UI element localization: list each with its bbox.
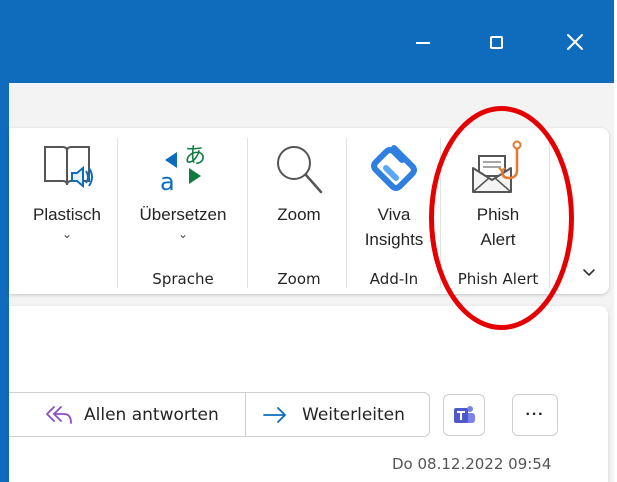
translate-icon: a あ (160, 144, 206, 194)
translate-label: Übersetzen (139, 205, 227, 224)
viva-insights-button[interactable]: Viva Insights (352, 138, 436, 258)
chevron-down-icon: ⌄ (177, 227, 189, 241)
group-label-phish-alert: Phish Alert (457, 270, 539, 288)
ribbon-divider (247, 138, 248, 288)
ribbon-collapse-button[interactable] (578, 262, 600, 284)
button-divider (245, 392, 246, 437)
close-button[interactable] (555, 22, 595, 62)
reply-all-button[interactable]: Allen antworten (44, 392, 240, 437)
forward-arrow-icon (263, 406, 286, 423)
zoom-icon (277, 146, 323, 194)
viva-insights-icon (371, 145, 417, 191)
group-label-zoom: Zoom (277, 270, 321, 288)
phish-label-line1: Phish (476, 205, 520, 224)
svg-text:あ: あ (184, 144, 206, 169)
maximize-button[interactable] (476, 22, 516, 62)
translate-button[interactable]: a あ Übersetzen ⌄ (127, 138, 239, 258)
viva-label-line2: Insights (364, 230, 424, 249)
ribbon-divider (117, 138, 118, 288)
chevron-down-icon: ⌄ (61, 227, 73, 241)
ribbon-divider (346, 138, 347, 288)
window-left-edge (0, 0, 9, 482)
zoom-label: Zoom (277, 205, 321, 224)
immersive-reader-label: Plastisch (32, 205, 102, 224)
teams-icon (454, 406, 475, 423)
phish-alert-icon (472, 140, 522, 193)
reply-all-label: Allen antworten (84, 404, 219, 425)
immersive-reader-icon (44, 146, 93, 189)
forward-button[interactable]: Weiterleiten (262, 392, 427, 437)
reply-all-icon (46, 405, 72, 424)
minimize-icon (416, 42, 430, 44)
more-icon: ··· (525, 406, 545, 423)
immersive-reader-button[interactable]: Plastisch ⌄ (17, 138, 117, 258)
close-icon (567, 34, 583, 50)
message-timestamp: Do 08.12.2022 09:54 (392, 455, 552, 473)
minimize-button[interactable] (403, 22, 443, 62)
chevron-down-icon (583, 269, 595, 276)
outlook-window: Plastisch ⌄ a あ Übersetzen ⌄ Zoom Viva I… (0, 0, 617, 482)
ribbon-divider (549, 138, 550, 288)
teams-button[interactable] (443, 394, 485, 436)
group-label-add-in: Add-In (369, 270, 419, 288)
svg-text:a: a (160, 168, 175, 194)
more-actions-button[interactable]: ··· (512, 394, 558, 436)
viva-label-line1: Viva (377, 205, 411, 224)
maximize-icon (489, 35, 503, 49)
title-bar (9, 0, 614, 83)
forward-label: Weiterleiten (302, 404, 405, 425)
phish-label-line2: Alert (480, 230, 516, 249)
zoom-button[interactable]: Zoom (258, 138, 340, 258)
phish-alert-button[interactable]: Phish Alert (452, 138, 544, 258)
group-label-sprache: Sprache (152, 270, 214, 288)
ribbon-divider (440, 138, 441, 288)
